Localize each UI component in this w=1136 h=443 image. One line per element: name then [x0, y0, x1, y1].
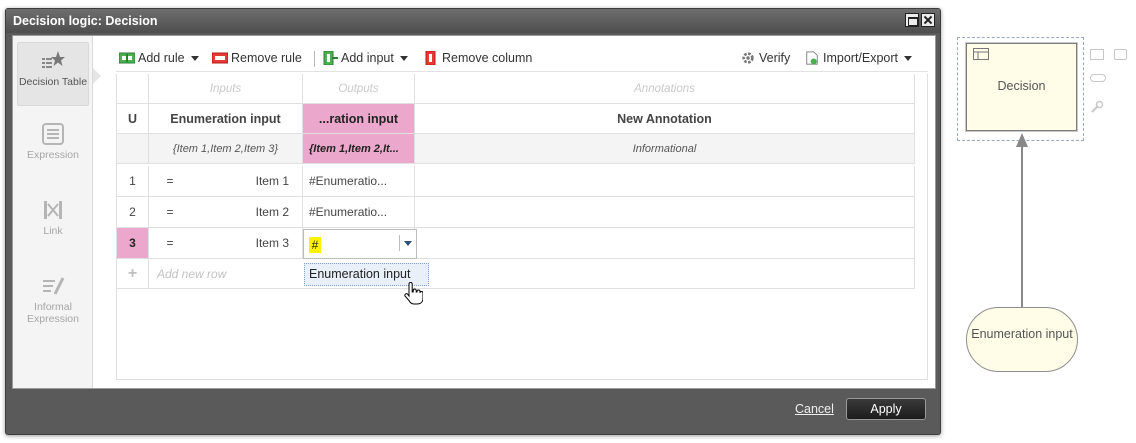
dialog-content: Decision Table Expression Link Informal …	[12, 35, 936, 389]
annotation-icon[interactable]	[1114, 49, 1127, 60]
add-input-label: Add input	[341, 51, 394, 65]
remove-column-icon	[425, 51, 436, 65]
link-icon	[44, 201, 62, 219]
input-allowed-values[interactable]: {Item 1,Item 2,Item 3}	[149, 134, 303, 164]
remove-rule-icon	[212, 52, 228, 64]
remove-rule-label: Remove rule	[231, 51, 302, 65]
information-requirement-connector[interactable]	[1021, 146, 1023, 308]
decision-table-toolbar: Add rule Remove rule Add input Remove co…	[116, 46, 928, 72]
add-input-button[interactable]: Add input	[322, 51, 408, 65]
annotations-group-label: Annotations	[415, 74, 915, 104]
maximize-icon[interactable]	[905, 13, 919, 27]
rail-item-decision-table[interactable]: Decision Table	[17, 42, 89, 106]
chevron-down-icon	[190, 55, 199, 61]
logic-type-rail: Decision Table Expression Link Informal …	[13, 36, 93, 388]
remove-column-button[interactable]: Remove column	[423, 51, 532, 65]
expression-icon	[42, 123, 64, 145]
annotation-cell[interactable]	[415, 228, 915, 259]
rail-item-link[interactable]: Link	[17, 198, 89, 237]
outputs-group-label: Outputs	[303, 74, 415, 104]
remove-column-label: Remove column	[442, 51, 533, 65]
input-cell[interactable]: Item 2	[191, 197, 303, 228]
hit-policy-header[interactable]: U	[117, 104, 149, 134]
row-number[interactable]: 2	[117, 197, 149, 228]
annotation-cell[interactable]	[415, 197, 915, 228]
add-input-icon	[323, 51, 338, 65]
shape-oval-icon[interactable]	[1090, 74, 1106, 82]
decision-table-icon	[42, 51, 65, 68]
annotation-type[interactable]: Informational	[415, 134, 915, 164]
add-rule-icon	[119, 52, 135, 64]
annotation-column-header[interactable]: New Annotation	[415, 104, 915, 134]
rail-item-expression[interactable]: Expression	[17, 122, 89, 161]
rail-item-informal-expression[interactable]: Informal Expression	[17, 274, 89, 325]
rail-label-informal-expression: Informal Expression	[27, 301, 79, 325]
add-rule-button[interactable]: Add rule	[119, 51, 199, 65]
import-export-label: Import/Export	[823, 51, 899, 65]
rail-label-decision-table: Decision Table	[18, 76, 88, 88]
rail-label-expression: Expression	[27, 149, 79, 161]
decision-node-label: Decision	[997, 79, 1046, 93]
add-row-icon[interactable]: +	[117, 259, 149, 289]
import-export-icon	[806, 51, 818, 65]
output-column-header[interactable]: ...ration input	[303, 104, 415, 134]
rail-label-link: Link	[43, 225, 63, 237]
hand-cursor-icon	[404, 282, 423, 305]
gear-icon	[742, 52, 754, 64]
dialog-title: Decision logic: Decision	[13, 14, 158, 28]
input-cell[interactable]: Item 1	[191, 166, 303, 197]
shape-rect-icon[interactable]	[1090, 49, 1104, 60]
decision-table-icon	[973, 48, 989, 60]
output-editor-value[interactable]: #	[309, 237, 321, 253]
verify-button[interactable]: Verify	[740, 51, 790, 65]
annotation-cell[interactable]	[415, 166, 915, 197]
add-rule-label: Add rule	[138, 51, 185, 65]
output-allowed-values[interactable]: {Item 1,Item 2,It...	[303, 134, 415, 164]
decision-logic-dialog: Decision logic: Decision Decision Table	[5, 8, 941, 435]
chevron-down-icon	[904, 55, 913, 61]
input-column-header[interactable]: Enumeration input	[149, 104, 303, 134]
remove-rule-button[interactable]: Remove rule	[212, 51, 302, 65]
rail-active-arrow	[93, 68, 101, 84]
cancel-link[interactable]: Cancel	[795, 402, 834, 416]
close-icon[interactable]	[921, 13, 935, 27]
connector-arrowhead	[1016, 133, 1028, 147]
wrench-icon[interactable]	[1090, 100, 1104, 114]
subheader-u-cell	[117, 134, 149, 164]
verify-label: Verify	[759, 51, 791, 65]
decision-table: Inputs Outputs Annotations U Enumeration…	[116, 74, 928, 380]
chevron-down-icon[interactable]	[399, 235, 415, 251]
row-number-selected[interactable]: 3	[117, 228, 149, 259]
dialog-titlebar[interactable]: Decision logic: Decision	[6, 9, 940, 33]
row-number[interactable]: 1	[117, 166, 149, 197]
input-operator[interactable]: =	[149, 197, 191, 228]
informal-expression-icon	[43, 277, 65, 295]
input-data-node-label: Enumeration input	[971, 327, 1073, 341]
group-u-cell	[117, 74, 149, 104]
input-operator[interactable]: =	[149, 228, 191, 259]
add-new-row[interactable]: Add new row	[149, 259, 915, 289]
input-operator[interactable]: =	[149, 166, 191, 197]
apply-button[interactable]: Apply	[846, 398, 926, 420]
output-cell[interactable]: #Enumeratio...	[303, 166, 415, 197]
chevron-down-icon	[399, 55, 408, 61]
output-cell[interactable]: #Enumeratio...	[303, 197, 415, 228]
input-cell[interactable]: Item 3	[191, 228, 303, 259]
inputs-group-label: Inputs	[149, 74, 303, 104]
toolbar-divider	[314, 51, 315, 67]
import-export-button[interactable]: Import/Export	[804, 51, 913, 65]
